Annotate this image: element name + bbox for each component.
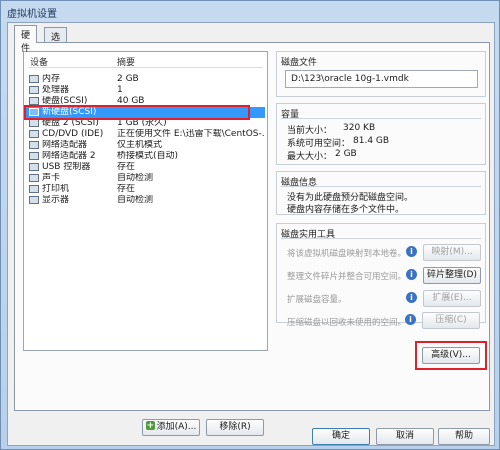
device-name: 显示器 (42, 195, 70, 205)
processor-icon (29, 86, 39, 94)
advanced-button[interactable]: 高级(V)... (422, 347, 480, 364)
device-summary: 存在 (117, 162, 136, 172)
map-button[interactable]: 映射(M)... (423, 244, 481, 261)
device-summary: 正在使用文件 E:\迅雷下载\CentOS-... (117, 129, 265, 139)
device-row-hard-disk-2[interactable]: 硬盘 2 (SCSI) 1 GB (永久) (26, 118, 265, 129)
disk-utilities-group: 磁盘实用工具 将该虚拟机磁盘映射到本地卷。 i 映射(M)... 整理文件碎片并… (276, 223, 486, 328)
add-device-button[interactable]: 添加(A)... (142, 419, 200, 436)
device-name: 硬盘 2 (SCSI) (42, 118, 99, 128)
device-summary: 2 GB (117, 74, 139, 84)
device-row-hard-disk[interactable]: 硬盘(SCSI) 40 GB (26, 96, 265, 107)
device-name: 内存 (42, 74, 61, 84)
map-label: 将该虚拟机磁盘映射到本地卷。 (287, 249, 407, 259)
info-icon: i (406, 246, 417, 257)
tab-options[interactable]: 选项 (44, 27, 68, 56)
current-size-value: 320 KB (343, 123, 376, 133)
compact-button[interactable]: 压缩(C) (422, 312, 480, 329)
hard-disk-icon (29, 119, 39, 127)
device-summary: 1 GB (永久) (117, 118, 167, 128)
disk-utilities-divider (281, 238, 481, 239)
expand-label: 扩展磁盘容量。 (287, 295, 347, 305)
hard-disk-icon (29, 108, 39, 116)
device-row-display[interactable]: 显示器 自动检测 (26, 195, 265, 206)
device-list[interactable]: 设备 摘要 内存 2 GB 处理器 1 硬盘(SCSI) 40 GB 新硬盘(S… (23, 51, 268, 351)
usb-icon (29, 163, 39, 171)
max-size-label: 最大大小： (287, 152, 333, 162)
device-row-printer[interactable]: 打印机 存在 (26, 184, 265, 195)
vm-settings-window: 虚拟机设置 硬件 选项 设备 摘要 内存 2 GB 处理器 1 (0, 0, 500, 450)
disk-info-group: 磁盘信息 没有为此硬盘预分配磁盘空间。 硬盘内容存储在多个文件中。 (276, 171, 486, 215)
device-row-new-hard-disk[interactable]: 新硬盘(SCSI) (26, 107, 265, 118)
memory-icon (29, 75, 39, 83)
device-row-usb-controller[interactable]: USB 控制器 存在 (26, 162, 265, 173)
device-name: 网络适配器 (42, 140, 88, 150)
device-name: 打印机 (42, 184, 70, 194)
device-name: CD/DVD (IDE) (42, 129, 104, 139)
device-row-network-adapter[interactable]: 网络适配器 仅主机模式 (26, 140, 265, 151)
network-adapter-icon (29, 152, 39, 160)
sound-card-icon (29, 174, 39, 182)
ok-button[interactable]: 确定 (312, 428, 370, 445)
disk-info-divider (281, 186, 481, 187)
hard-disk-icon (29, 97, 39, 105)
max-size-value: 2 GB (335, 149, 357, 159)
compact-label: 压缩磁盘以回收未使用的空间。 (287, 318, 407, 328)
device-name: 网络适配器 2 (42, 151, 96, 161)
window-title: 虚拟机设置 (7, 9, 57, 20)
device-summary: 自动检测 (117, 173, 154, 183)
device-row-memory[interactable]: 内存 2 GB (26, 74, 265, 85)
add-device-label: 添加(A)... (156, 422, 197, 432)
device-row-sound-card[interactable]: 声卡 自动检测 (26, 173, 265, 184)
dialog-client-area: 硬件 选项 设备 摘要 内存 2 GB 处理器 1 (7, 22, 495, 446)
device-row-cd-dvd[interactable]: CD/DVD (IDE) 正在使用文件 E:\迅雷下载\CentOS-... (26, 129, 265, 140)
tab-hardware[interactable]: 硬件 (14, 25, 38, 54)
defrag-label: 整理文件碎片并整合可用空间。 (287, 272, 407, 282)
network-adapter-icon (29, 141, 39, 149)
disk-file-path-field[interactable]: D:\123\oracle 10g-1.vmdk (285, 70, 478, 88)
current-size-label: 当前大小： (287, 126, 333, 136)
device-summary: 桥接模式(自动) (117, 151, 179, 161)
remove-device-button[interactable]: 移除(R) (206, 419, 264, 436)
info-icon: i (405, 314, 416, 325)
device-name: 新硬盘(SCSI) (42, 107, 97, 117)
capacity-divider (281, 118, 481, 119)
cd-dvd-icon (29, 130, 39, 138)
device-name: USB 控制器 (42, 162, 91, 172)
cancel-button[interactable]: 取消 (376, 428, 434, 445)
device-name: 硬盘(SCSI) (42, 96, 88, 106)
info-icon: i (406, 269, 417, 280)
device-summary: 40 GB (117, 96, 145, 106)
device-summary: 自动检测 (117, 195, 154, 205)
device-name: 处理器 (42, 85, 70, 95)
disk-info-line-2: 硬盘内容存储在多个文件中。 (287, 205, 405, 215)
hardware-panel: 设备 摘要 内存 2 GB 处理器 1 硬盘(SCSI) 40 GB 新硬盘(S… (14, 42, 490, 436)
disk-file-group: 磁盘文件 D:\123\oracle 10g-1.vmdk (276, 51, 486, 97)
add-icon (145, 419, 155, 434)
free-space-label: 系统可用空间： (287, 139, 351, 149)
device-name: 声卡 (42, 173, 61, 183)
header-divider (28, 67, 263, 68)
device-summary: 仅主机模式 (117, 140, 163, 150)
display-icon (29, 196, 39, 204)
device-summary: 1 (117, 85, 123, 95)
free-space-value: 81.4 GB (353, 136, 390, 146)
printer-icon (29, 185, 39, 193)
help-button[interactable]: 帮助 (438, 428, 490, 445)
device-row-processor[interactable]: 处理器 1 (26, 85, 265, 96)
device-summary: 存在 (117, 184, 136, 194)
defragment-button[interactable]: 碎片整理(D) (423, 267, 481, 284)
info-icon: i (406, 292, 417, 303)
expand-button[interactable]: 扩展(E)... (423, 290, 481, 307)
device-row-network-adapter-2[interactable]: 网络适配器 2 桥接模式(自动) (26, 151, 265, 162)
capacity-group: 容量 当前大小： 320 KB 系统可用空间： 81.4 GB 最大大小： 2 … (276, 103, 486, 165)
disk-file-title: 磁盘文件 (281, 58, 318, 68)
